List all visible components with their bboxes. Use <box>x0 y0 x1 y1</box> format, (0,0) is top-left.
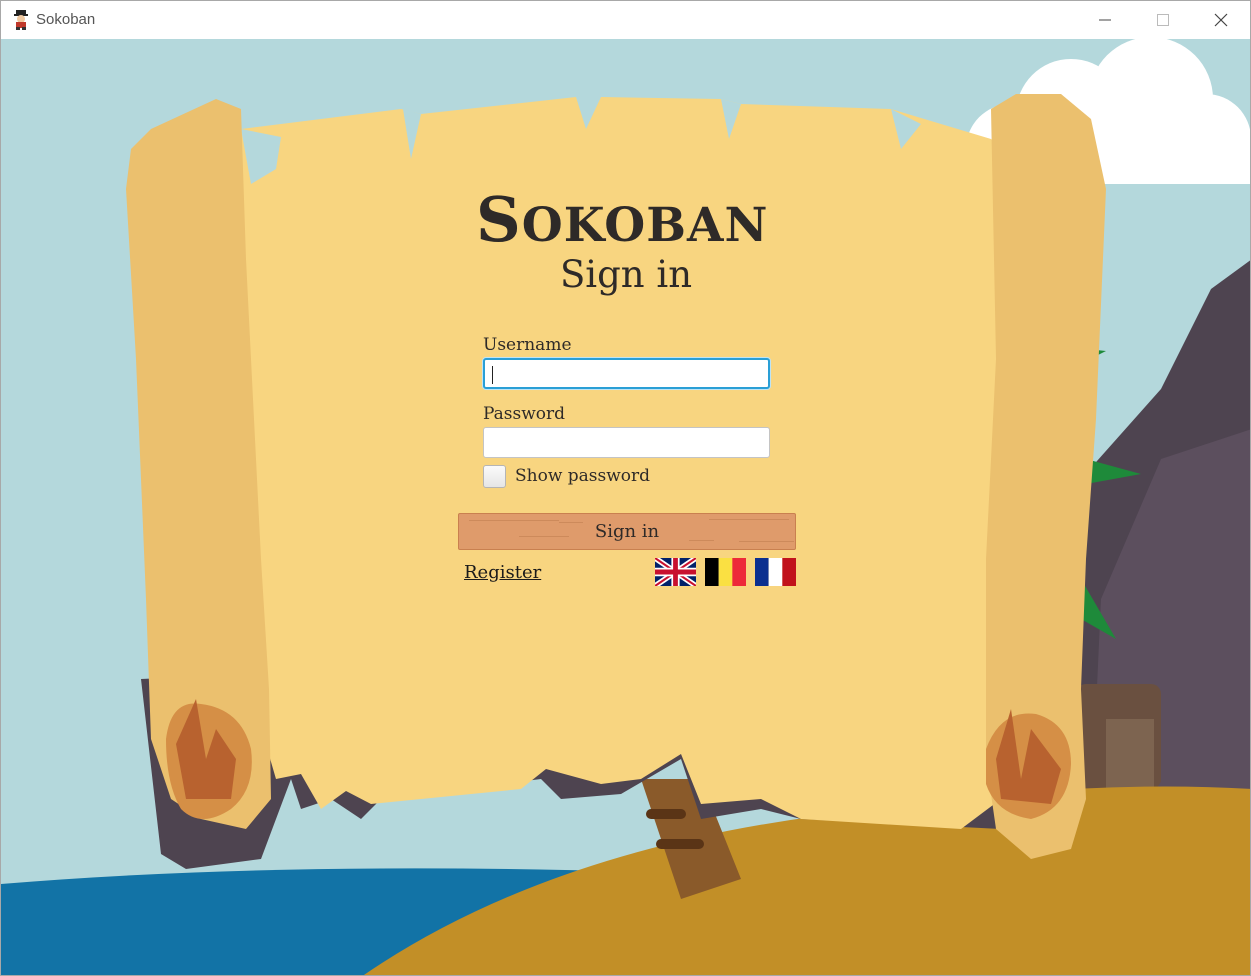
text-caret <box>492 366 493 384</box>
belgium-flag-icon[interactable] <box>705 558 746 586</box>
logo-initial: S <box>476 183 522 256</box>
username-input[interactable] <box>483 358 770 389</box>
close-button[interactable] <box>1192 1 1250 39</box>
show-password-checkbox[interactable] <box>483 465 506 488</box>
game-scene <box>1 39 1250 975</box>
close-icon <box>1214 13 1228 27</box>
password-label: Password <box>483 404 566 424</box>
register-link[interactable]: Register <box>464 562 541 583</box>
sign-in-button-label: Sign in <box>594 521 660 542</box>
password-input[interactable] <box>483 427 770 458</box>
window-title: Sokoban <box>36 11 96 28</box>
france-flag-icon[interactable] <box>755 558 796 586</box>
app-window: Sokoban SOKOBAN Sign in Username Passwor… <box>0 0 1251 976</box>
logo-rest: OKOBAN <box>521 198 769 253</box>
uk-flag-icon[interactable] <box>655 558 696 586</box>
maximize-icon <box>1157 14 1169 26</box>
sokoban-logo: SOKOBAN <box>476 183 786 256</box>
pirate-app-icon <box>14 10 28 30</box>
maximize-button[interactable] <box>1134 1 1192 39</box>
minimize-icon <box>1099 19 1111 21</box>
show-password-label[interactable]: Show password <box>515 466 650 486</box>
island-background <box>1 39 1250 975</box>
title-bar[interactable]: Sokoban <box>1 1 1250 39</box>
sign-in-button[interactable]: Sign in <box>458 513 796 550</box>
page-title: Sign in <box>559 253 693 296</box>
minimize-button[interactable] <box>1076 1 1134 39</box>
username-label: Username <box>483 335 572 355</box>
